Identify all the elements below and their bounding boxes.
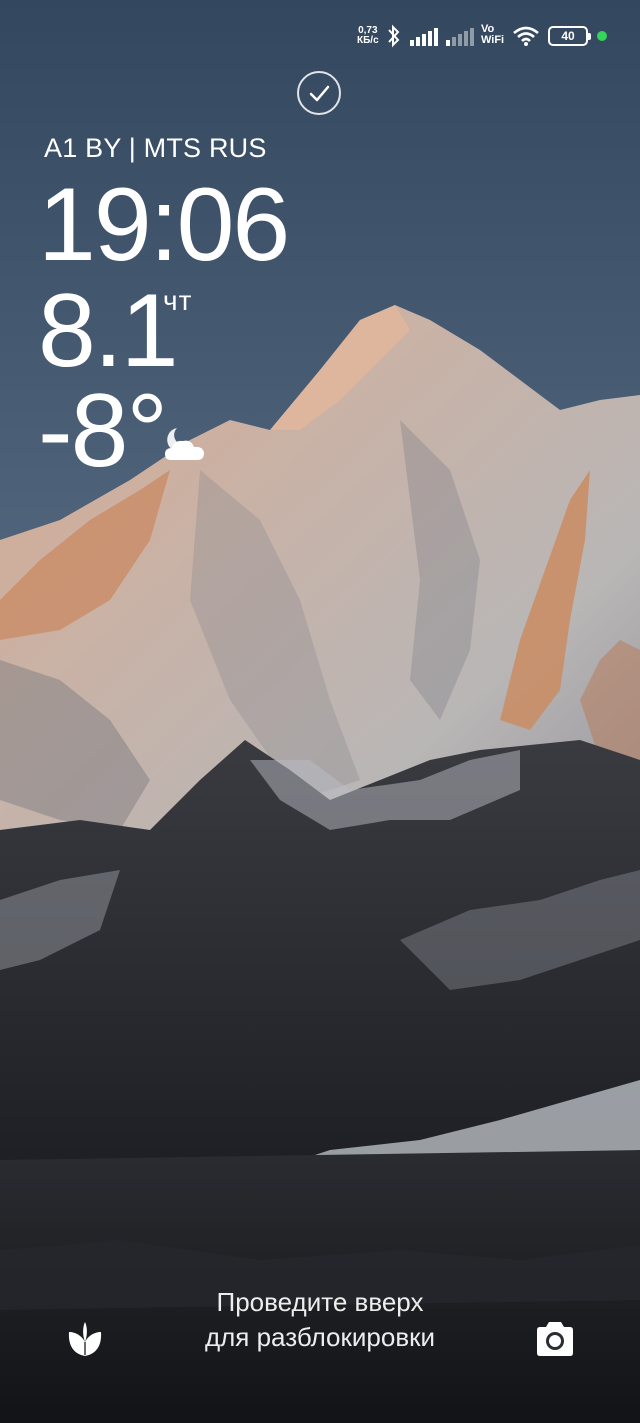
bluetooth-icon xyxy=(386,24,402,53)
signal-icon xyxy=(446,28,476,51)
network-speed-unit: КБ/с xyxy=(357,35,379,46)
unlock-hint-line1: Проведите вверх xyxy=(216,1287,424,1317)
battery-icon: 40 xyxy=(548,26,591,46)
check-icon xyxy=(297,71,341,115)
battery-level: 40 xyxy=(561,29,575,43)
status-bar: 0,73 КБ/с Vo WiFi 40 xyxy=(0,18,640,58)
partly-cloudy-night-icon[interactable] xyxy=(163,424,209,469)
carrier-name: A1 BY | MTS RUS xyxy=(44,133,267,163)
vowifi-label-bottom: WiFi xyxy=(481,34,505,46)
network-speed: 0,73 КБ/с xyxy=(357,26,379,46)
day-of-week: чт xyxy=(163,285,193,316)
temperature[interactable]: -8° xyxy=(38,376,168,486)
clock-time[interactable]: 19:06 xyxy=(38,170,290,280)
clock-date[interactable]: 8.1 xyxy=(38,276,179,386)
wifi-icon xyxy=(512,25,540,52)
camera-in-use-dot xyxy=(597,31,607,41)
signal-icon xyxy=(410,28,440,51)
camera-icon[interactable] xyxy=(533,1320,577,1363)
vowifi-icon: Vo WiFi xyxy=(481,24,504,46)
leaf-icon[interactable] xyxy=(64,1318,106,1365)
